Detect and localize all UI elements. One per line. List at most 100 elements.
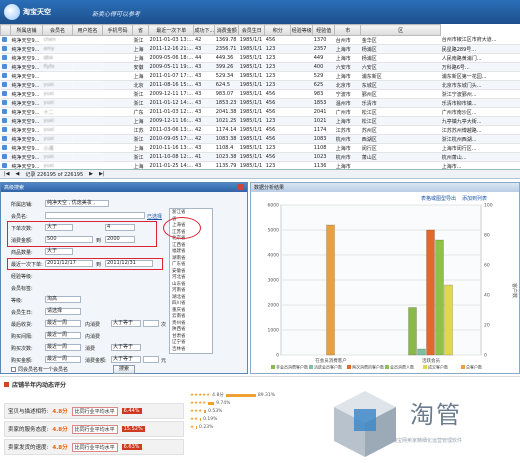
column-header[interactable]: 手机号码	[102, 24, 133, 36]
close-icon[interactable]	[237, 184, 244, 190]
date-to-input[interactable]: 2011/12/31	[105, 260, 153, 267]
table-row[interactable]: 纯净天空9... qba 上海 2009-05-06 18:... 44 449.36 19…	[0, 53, 520, 63]
column-header[interactable]: 会员名	[42, 24, 73, 36]
table-cell: 1985/1/1	[238, 53, 265, 63]
nav-prev-icon[interactable]: ◀	[16, 171, 20, 177]
brand-cube-icon	[334, 391, 396, 457]
table-row[interactable]: 纯净天空9... chen 浙江 2011-01-03 13:... 42 1369.78…	[0, 35, 520, 45]
member-input[interactable]	[45, 212, 145, 219]
date-from-input[interactable]: 2011/12/17	[45, 260, 93, 267]
star-line-pct: 0.23%	[199, 424, 214, 430]
table-cell: 1985/1/1	[238, 44, 265, 54]
column-header[interactable]	[0, 24, 11, 36]
table-cell: 123	[264, 53, 291, 63]
table-cell: 纯净天空9...	[10, 125, 43, 135]
star-line-pct: 0.19%	[203, 416, 218, 422]
column-header[interactable]: 经验值	[312, 24, 336, 36]
table-cell: 1853	[312, 98, 335, 108]
purchase-amount-op-select[interactable]: 大于等于	[111, 356, 141, 363]
table-cell: 温州市	[334, 98, 361, 108]
nav-last-icon[interactable]: ▶|	[99, 171, 105, 177]
table-cell: 2011-01-07 17:...	[148, 71, 194, 81]
product-operator-select[interactable]: 大于	[45, 248, 73, 255]
amount-to-label: 到	[96, 238, 102, 244]
star-line-pct: 89.31%	[257, 392, 276, 398]
table-row[interactable]: 纯净天空9... amy 上海 2011-12-16 21:... 43 2356.71 1…	[0, 44, 520, 54]
column-header[interactable]: 成功下...	[193, 24, 216, 36]
table-row[interactable]: 纯净天空9... 小湘 上海 2010-11-16 13:... 43 1108.4 198…	[0, 143, 520, 153]
column-header[interactable]: 区	[360, 24, 442, 36]
column-header[interactable]: 市	[334, 24, 362, 36]
row-icon-cell	[0, 71, 11, 81]
count-period-select[interactable]: 最近一周	[45, 344, 81, 351]
y-tick-label: 4000	[268, 253, 280, 259]
table-cell	[290, 89, 313, 99]
table-row[interactable]: 纯净天空9... 十二 广东 2011-01-03 12:... 43 2041.38 19…	[0, 107, 520, 117]
table-cell: 1083	[312, 134, 335, 144]
recent-receive-op-select[interactable]: 大于等于	[111, 320, 141, 327]
table-cell	[102, 53, 133, 63]
recent-receive-period-select[interactable]: 最近一周	[45, 320, 81, 327]
column-header[interactable]: 省	[132, 24, 149, 36]
table-row[interactable]: 纯净天空9... yuxi 上海 2009-12-11 16:... 43 1021.25…	[0, 116, 520, 126]
search-button[interactable]: 搜索	[113, 365, 135, 374]
table-cell: 纯净天空9...	[10, 134, 43, 144]
purchase-amount-period-select[interactable]: 最近一周	[45, 356, 81, 363]
table-cell: 1853.23	[214, 98, 239, 108]
x-tick-label: 活跃会员	[422, 357, 440, 364]
shop-select[interactable]: 纯净天空 , 优逸美妆 ,	[45, 200, 109, 207]
row-icon-cell	[0, 89, 11, 99]
purchase-amount-value-input[interactable]	[143, 356, 159, 363]
amount-from-input[interactable]: 500	[45, 236, 93, 243]
table-cell: 人民南路黄浦门...	[440, 53, 520, 63]
table-row[interactable]: 纯净天空9... yuxi 浙江 2009-12-11 17:... 43 983.07 1…	[0, 89, 520, 99]
table-cell: 上海市	[334, 143, 361, 153]
member-checkbox-row[interactable]: 同会员名有一个会员名	[11, 366, 68, 373]
row-icon-cell	[0, 98, 11, 108]
star-line-label: 4.8分	[212, 393, 224, 398]
column-header[interactable]: 会员生日	[238, 24, 266, 36]
rating-row: 宝贝与描述相符: 4.8分 比同行业平均水平 6.44%	[4, 403, 184, 419]
level-select[interactable]: 淘高	[45, 296, 81, 303]
interval-period-select[interactable]: 最近一周	[45, 332, 81, 339]
y-axis-title: 客户数	[511, 283, 518, 298]
orders-operator-select[interactable]: 大于	[45, 224, 73, 231]
table-row[interactable]: 纯净天空9... yuxi 北京 2011-08-16 15:... 43 624.5 19…	[0, 80, 520, 90]
customer-table: 所属店铺 会员名 用户姓名 手机号码省最近一次下单 成功下... 消费金额 会员生日 积分 经验…	[0, 24, 520, 170]
table-row[interactable]: 纯净天空9... yuxi 上海 2011-01-25 14:... 43 1135.79…	[0, 161, 520, 169]
amount-to-input[interactable]: 2000	[105, 236, 135, 243]
column-header[interactable]: 消费金额	[214, 24, 240, 36]
table-row[interactable]: 纯净天空9... yuxi 江苏 2011-03-06 13:... 42 1174.14…	[0, 125, 520, 135]
table-cell	[290, 44, 313, 54]
column-header[interactable]: 用户姓名	[72, 24, 103, 36]
title-marker-icon	[4, 382, 9, 387]
column-header[interactable]: 积分	[264, 24, 292, 36]
nav-first-icon[interactable]: |◀	[4, 171, 10, 177]
y2-tick-label: 80	[484, 233, 490, 239]
table-row[interactable]: 纯净天空9... flyfo 安徽 2009-05-11 19:... 43 399.26…	[0, 62, 520, 72]
chart-window-title: 数据分析结果	[251, 183, 519, 192]
table-cell: 1985/1/1	[238, 89, 265, 99]
table-cell	[102, 62, 133, 72]
orders-value-input[interactable]: 4	[105, 224, 135, 231]
member-checkbox[interactable]	[11, 367, 16, 372]
column-header[interactable]: 所属店铺	[10, 24, 43, 36]
column-header[interactable]: 经验等级	[290, 24, 314, 36]
bar	[435, 239, 444, 356]
table-row[interactable]: 纯净天空9... yuxi 浙江 2010-09-05 17:... 42 1083.38…	[0, 134, 520, 144]
listbox-item[interactable]: 吉林省	[170, 346, 212, 353]
count-op-select[interactable]: 大于等于	[111, 344, 141, 351]
customer-icon	[1, 108, 7, 114]
table-cell: 1985/1/1	[238, 98, 265, 108]
member-picker-link[interactable]: 已选择	[147, 213, 162, 220]
nav-next-icon[interactable]: ▶	[89, 171, 93, 177]
table-cell: 萧山区	[360, 152, 441, 162]
recent-receive-value-input[interactable]	[143, 320, 159, 327]
table-row[interactable]: 纯净天空9... 上海 2011-01-07 17:... 43 529.34 1985/…	[0, 71, 520, 81]
birthday-select[interactable]: 请选择	[45, 308, 81, 315]
table-row[interactable]: 纯净天空9... yuxi 浙江 2011-01-12 14:... 43 1853.23…	[0, 98, 520, 108]
table-row[interactable]: 纯净天空9... yuxi 浙江 2011-10-08 12:... 41 1023.38…	[0, 152, 520, 162]
column-header[interactable]: 最近一次下单	[147, 24, 195, 36]
table-cell: 400	[312, 62, 335, 72]
table-cell: 广州市	[334, 107, 361, 117]
